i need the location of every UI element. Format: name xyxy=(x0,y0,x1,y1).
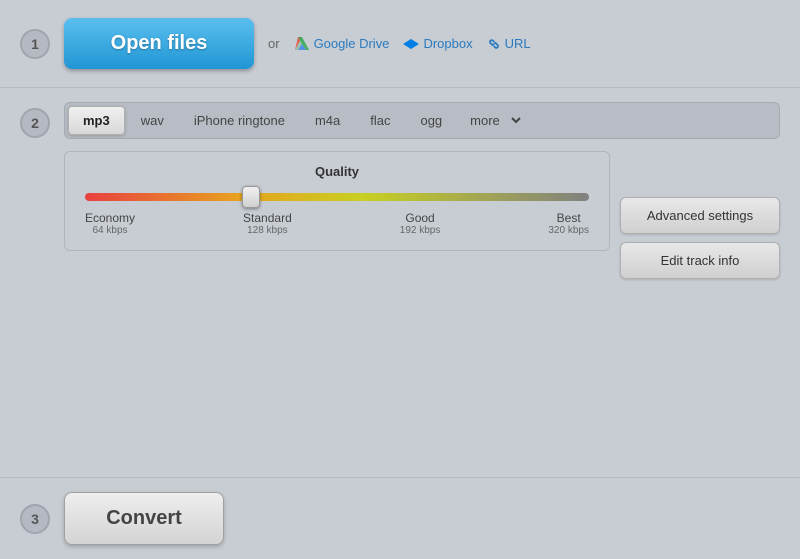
advanced-settings-button[interactable]: Advanced settings xyxy=(620,197,780,234)
tab-wav[interactable]: wav xyxy=(127,107,178,134)
tab-m4a[interactable]: m4a xyxy=(301,107,354,134)
format-tabs: mp3 wav iPhone ringtone m4a flac ogg mor… xyxy=(64,102,780,139)
slider-labels: Economy 64 kbps Standard 128 kbps Good 1… xyxy=(85,211,589,236)
dropbox-link[interactable]: Dropbox xyxy=(403,36,472,52)
step-3-circle: 3 xyxy=(20,504,50,534)
google-drive-link[interactable]: Google Drive xyxy=(294,36,390,52)
quality-economy: Economy 64 kbps xyxy=(85,211,135,236)
step-1-circle: 1 xyxy=(20,29,50,59)
url-link[interactable]: URL xyxy=(487,36,531,51)
cloud-links: Google Drive Dropbox URL xyxy=(294,36,531,52)
dropbox-icon xyxy=(403,36,419,52)
step-2-circle: 2 xyxy=(20,108,50,138)
section-1: 1 Open files or Google Drive xyxy=(0,0,800,88)
quality-row: Quality Economy 64 kbps Standard xyxy=(64,151,780,279)
or-label: or xyxy=(268,36,280,51)
section-3: 3 Convert xyxy=(0,478,800,559)
quality-slider-thumb[interactable] xyxy=(242,186,260,208)
quality-standard: Standard 128 kbps xyxy=(243,211,292,236)
url-link-icon xyxy=(487,37,501,51)
app-container: 1 Open files or Google Drive xyxy=(0,0,800,559)
quality-label: Quality xyxy=(85,164,589,179)
section-2-content: mp3 wav iPhone ringtone m4a flac ogg mor… xyxy=(64,102,780,279)
tab-mp3[interactable]: mp3 xyxy=(68,106,125,135)
tab-iphone-ringtone[interactable]: iPhone ringtone xyxy=(180,107,299,134)
quality-good: Good 192 kbps xyxy=(400,211,441,236)
right-panel: Advanced settings Edit track info xyxy=(620,197,780,279)
section-2: 2 mp3 wav iPhone ringtone m4a flac ogg m… xyxy=(0,88,800,478)
tab-flac[interactable]: flac xyxy=(356,107,404,134)
convert-button[interactable]: Convert xyxy=(64,492,224,545)
quality-slider-track xyxy=(85,193,589,201)
quality-panel: Quality Economy 64 kbps Standard xyxy=(64,151,610,251)
quality-best: Best 320 kbps xyxy=(548,211,589,236)
open-files-button[interactable]: Open files xyxy=(64,18,254,69)
quality-slider-container xyxy=(85,193,589,201)
tab-ogg[interactable]: ogg xyxy=(406,107,456,134)
google-drive-icon xyxy=(294,36,310,52)
more-formats-select[interactable]: more xyxy=(458,106,524,135)
edit-track-info-button[interactable]: Edit track info xyxy=(620,242,780,279)
